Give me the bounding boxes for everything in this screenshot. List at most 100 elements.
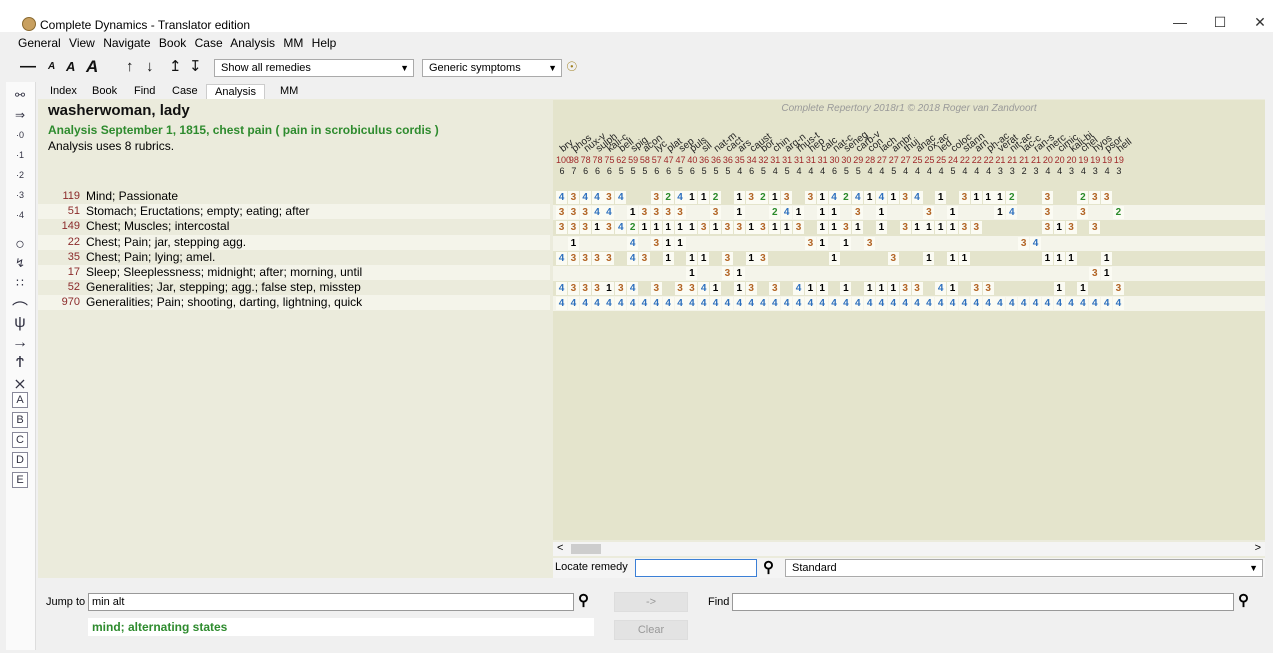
rubric-row[interactable]: 119 Mind; Passionate: [38, 189, 550, 204]
grid-cell[interactable]: 4: [793, 282, 804, 296]
degree-1-button[interactable]: ·1: [10, 150, 30, 160]
jump-suggestion[interactable]: mind; alternating states: [88, 618, 594, 636]
grid-cell[interactable]: [1006, 221, 1017, 234]
grid-cell[interactable]: [781, 267, 792, 280]
grid-cell[interactable]: 1: [816, 221, 828, 235]
grid-cell[interactable]: [1054, 237, 1065, 250]
grid-cell[interactable]: [639, 237, 650, 250]
grid-cell[interactable]: 3: [899, 282, 911, 296]
grid-cell[interactable]: [1066, 267, 1077, 280]
grid-cell[interactable]: 4: [733, 297, 745, 311]
grid-cell[interactable]: 4: [698, 297, 710, 311]
grid-cell[interactable]: 4: [923, 297, 935, 311]
grid-cell[interactable]: 1: [627, 206, 639, 220]
grid-cell[interactable]: [615, 237, 626, 250]
grid-cell[interactable]: 2: [769, 206, 781, 220]
grid-cell[interactable]: 4: [781, 206, 793, 220]
grid-cell[interactable]: 3: [1041, 191, 1053, 204]
grid-cell[interactable]: [1006, 267, 1017, 280]
grid-cell[interactable]: 3: [1112, 282, 1124, 296]
grid-cell[interactable]: [852, 252, 863, 265]
grid-cell[interactable]: [983, 237, 994, 250]
grid-cell[interactable]: 1: [887, 191, 899, 204]
grid-cell[interactable]: [627, 267, 638, 280]
grid-cell[interactable]: [663, 267, 674, 280]
grid-cell[interactable]: [829, 237, 840, 250]
grid-cell[interactable]: [840, 252, 851, 265]
grid-cell[interactable]: [698, 267, 709, 280]
grid-cell[interactable]: 3: [603, 251, 615, 265]
grid-cell[interactable]: [1018, 206, 1029, 219]
grid-cell[interactable]: [675, 252, 686, 265]
grid-cell[interactable]: 1: [710, 282, 722, 296]
grid-cell[interactable]: 3: [710, 206, 722, 220]
grid-cell[interactable]: [912, 237, 923, 250]
grid-cell[interactable]: [805, 221, 816, 234]
grid-cell[interactable]: [852, 237, 863, 250]
circle-icon[interactable]: ○: [10, 236, 30, 254]
grid-cell[interactable]: [592, 267, 603, 280]
grid-cell[interactable]: 1: [887, 282, 899, 296]
grid-cell[interactable]: 1: [875, 221, 887, 235]
grid-cell[interactable]: 2: [1077, 191, 1089, 204]
grid-cell[interactable]: 3: [864, 236, 876, 250]
grid-cell[interactable]: [769, 267, 780, 280]
grid-cell[interactable]: 1: [662, 236, 674, 250]
grid-cell[interactable]: 3: [745, 282, 757, 296]
grid-cell[interactable]: 4: [757, 297, 769, 311]
grid-cell[interactable]: 4: [935, 282, 947, 296]
grid-cell[interactable]: 2: [1112, 206, 1124, 220]
arrow-right-icon[interactable]: →: [10, 334, 30, 352]
grid-cell[interactable]: 3: [757, 251, 769, 265]
grid-cell[interactable]: [556, 237, 567, 250]
filter-d-button[interactable]: D: [12, 452, 28, 468]
menu-help[interactable]: Help: [312, 36, 337, 50]
grid-cell[interactable]: 3: [1077, 206, 1089, 220]
grid-cell[interactable]: [710, 252, 721, 265]
grid-cell[interactable]: 3: [840, 221, 852, 235]
grid-cell[interactable]: [627, 191, 638, 204]
search-icon[interactable]: ⚲: [763, 558, 774, 576]
grid-cell[interactable]: [900, 252, 911, 265]
grid-cell[interactable]: [994, 267, 1005, 280]
symptom-filter-select[interactable]: Generic symptoms ▼: [422, 59, 562, 77]
grid-cell[interactable]: [592, 237, 603, 250]
grid-cell[interactable]: [805, 206, 816, 219]
grid-cell[interactable]: [971, 252, 982, 265]
grid-cell[interactable]: 3: [804, 191, 816, 204]
grid-cell[interactable]: 3: [769, 282, 781, 296]
grid-cell[interactable]: 4: [769, 297, 781, 311]
grid-cell[interactable]: 4: [1030, 236, 1041, 250]
rubric-row[interactable]: 17 Sleep; Sleeplessness; midnight; after;…: [38, 265, 550, 280]
grid-cell[interactable]: [994, 221, 1005, 234]
grid-cell[interactable]: 3: [591, 282, 603, 296]
grid-cell[interactable]: [959, 206, 970, 219]
grid-cell[interactable]: 3: [686, 282, 698, 296]
filter-b-button[interactable]: B: [12, 412, 28, 428]
grid-cell[interactable]: [1101, 237, 1112, 250]
grid-cell[interactable]: [781, 252, 792, 265]
grid-cell[interactable]: [994, 237, 1005, 250]
grid-cell[interactable]: [1066, 206, 1077, 219]
grid-cell[interactable]: [710, 237, 721, 250]
grid-cell[interactable]: 4: [674, 297, 686, 311]
grid-cell[interactable]: [639, 282, 650, 295]
grid-cell[interactable]: 3: [1041, 221, 1053, 235]
grid-cell[interactable]: 4: [935, 297, 947, 311]
grid-cell[interactable]: 3: [591, 251, 603, 265]
grid-cell[interactable]: 4: [994, 297, 1006, 311]
grid-cell[interactable]: 4: [1030, 297, 1041, 311]
grid-cell[interactable]: [864, 206, 875, 219]
grid-cell[interactable]: [757, 206, 768, 219]
grid-cell[interactable]: 4: [1018, 297, 1030, 311]
grid-cell[interactable]: 4: [556, 297, 567, 311]
grid-cell[interactable]: 3: [721, 251, 733, 265]
grid-cell[interactable]: 4: [852, 297, 864, 311]
grid-cell[interactable]: [959, 237, 970, 250]
grid-cell[interactable]: [734, 237, 745, 250]
grid-cell[interactable]: [1101, 206, 1112, 219]
grid-cell[interactable]: [615, 267, 626, 280]
grid-cell[interactable]: 3: [745, 191, 757, 204]
grid-cell[interactable]: 4: [875, 191, 887, 204]
grid-cell[interactable]: [923, 237, 934, 250]
